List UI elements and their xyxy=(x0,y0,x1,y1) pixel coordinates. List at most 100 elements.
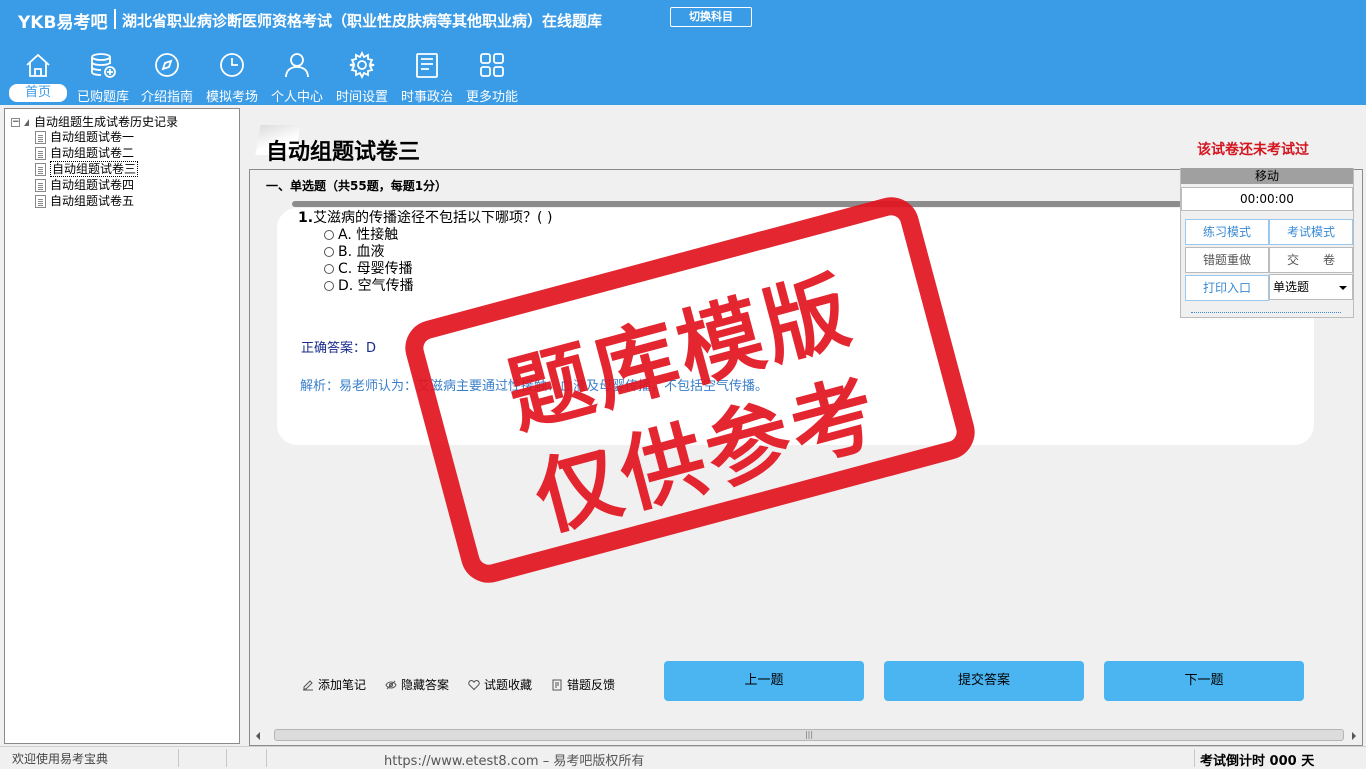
nav-mock-exam[interactable]: 模拟考场 xyxy=(201,46,263,105)
clock-icon xyxy=(220,53,244,77)
user-icon xyxy=(285,53,309,78)
radio-icon[interactable] xyxy=(324,247,334,257)
option-d[interactable]: D. 空气传播 xyxy=(324,275,414,295)
document-icon xyxy=(35,195,46,208)
radio-icon[interactable] xyxy=(324,281,334,291)
scroll-right-icon[interactable] xyxy=(1352,732,1356,740)
nav-profile[interactable]: 个人中心 xyxy=(266,46,328,105)
print-button[interactable]: 打印入口 xyxy=(1185,275,1269,301)
database-icon xyxy=(91,53,116,78)
radio-icon[interactable] xyxy=(324,264,334,274)
collapse-icon[interactable]: − xyxy=(11,118,20,127)
prev-question-button[interactable]: 上一题 xyxy=(664,661,864,701)
document-icon xyxy=(35,131,46,144)
switch-subject-button[interactable]: 切换科目 xyxy=(670,7,752,27)
tree-item-paper-5[interactable]: 自动组题试卷五 xyxy=(35,193,138,209)
section-heading: 一、单选题（共55题，每题1分） xyxy=(266,179,448,193)
horizontal-scrollbar[interactable]: ||| xyxy=(250,727,1362,744)
nav-more[interactable]: 更多功能 xyxy=(461,46,523,105)
status-separator xyxy=(226,749,227,767)
status-bar: 欢迎使用易考宝典 https://www.etest8.com – 易考吧版权所… xyxy=(0,746,1366,769)
nav-label: 个人中心 xyxy=(270,90,323,105)
scroll-thumb[interactable]: ||| xyxy=(274,729,1344,741)
document-icon xyxy=(35,147,46,160)
radio-icon[interactable] xyxy=(324,230,334,240)
history-tree-panel: − 自动组题生成试卷历史记录 自动组题试卷一 自动组题试卷二 自动组题试卷三 自动… xyxy=(4,108,240,744)
chevron-down-icon xyxy=(1339,286,1347,290)
nav-label: 首页 xyxy=(9,84,67,102)
add-note-tool[interactable]: 添加笔记 xyxy=(302,676,366,693)
nav-guide[interactable]: 介绍指南 xyxy=(136,46,198,105)
tree-item-label: 自动组题试卷一 xyxy=(50,130,135,144)
next-question-button[interactable]: 下一题 xyxy=(1104,661,1304,701)
panel-bottom-edge xyxy=(1191,312,1341,315)
grid-icon xyxy=(480,53,504,77)
document-search-icon xyxy=(35,163,46,176)
tree-item-label: 自动组题试卷二 xyxy=(50,146,135,160)
paper-title: 自动组题试卷三 xyxy=(266,139,421,165)
feedback-icon xyxy=(552,679,562,691)
eye-off-icon xyxy=(385,680,397,690)
move-handle[interactable]: 移动 xyxy=(1181,168,1353,184)
tree-item-paper-4[interactable]: 自动组题试卷四 xyxy=(35,177,138,193)
tree-item-label: 自动组题试卷三 xyxy=(50,161,139,177)
feedback-tool[interactable]: 错题反馈 xyxy=(551,676,615,693)
redo-wrong-button[interactable]: 错题重做 xyxy=(1185,247,1269,273)
hide-answer-label: 隐藏答案 xyxy=(401,678,450,692)
logo-separator xyxy=(114,9,116,29)
nav-time-settings[interactable]: 时间设置 xyxy=(331,46,393,105)
tree-root[interactable]: − 自动组题生成试卷历史记录 xyxy=(11,113,178,130)
question-type-select[interactable]: 单选题 xyxy=(1269,274,1353,300)
main-nav: 首页 已购题库 介绍指南 模拟考场 个人中心 时间设置 时事政治 更多功能 xyxy=(0,46,600,105)
tree-item-paper-1[interactable]: 自动组题试卷一 xyxy=(35,129,138,145)
heart-icon xyxy=(468,679,480,691)
news-icon xyxy=(416,53,438,78)
favorite-tool[interactable]: 试题收藏 xyxy=(468,676,532,693)
app-logo: YKB易考吧 xyxy=(18,13,108,33)
feedback-label: 错题反馈 xyxy=(567,678,616,692)
hide-answer-tool[interactable]: 隐藏答案 xyxy=(385,676,449,693)
pencil-icon xyxy=(303,680,313,691)
tree-item-paper-3[interactable]: 自动组题试卷三 xyxy=(35,161,139,177)
compass-icon xyxy=(155,53,179,77)
nav-purchased[interactable]: 已购题库 xyxy=(72,46,134,105)
exam-timer: 00:00:00 xyxy=(1181,187,1353,211)
welcome-text: 欢迎使用易考宝典 xyxy=(12,752,109,766)
panel-splitter[interactable] xyxy=(240,108,246,744)
submit-answer-button[interactable]: 提交答案 xyxy=(884,661,1084,701)
favorite-label: 试题收藏 xyxy=(484,678,533,692)
app-header: YKB易考吧 湖北省职业病诊断医师资格考试（职业性皮肤病等其他职业病）在线题库 … xyxy=(0,0,1366,105)
nav-label: 已购题库 xyxy=(76,90,129,105)
nav-label: 时间设置 xyxy=(335,90,388,105)
status-separator xyxy=(266,749,267,767)
nav-label: 时事政治 xyxy=(400,90,453,105)
exam-mode-button[interactable]: 考试模式 xyxy=(1269,219,1353,245)
exam-countdown: 考试倒计时 000 天 xyxy=(1200,754,1315,769)
scroll-left-icon[interactable] xyxy=(256,732,260,740)
nav-home[interactable]: 首页 xyxy=(7,46,69,104)
nav-current-affairs[interactable]: 时事政治 xyxy=(396,46,458,105)
copyright-url: https://www.etest8.com – 易考吧版权所有 xyxy=(384,754,645,769)
practice-mode-button[interactable]: 练习模式 xyxy=(1185,219,1269,245)
submit-paper-button[interactable]: 交 卷 xyxy=(1269,247,1353,273)
folder-arrow-icon xyxy=(24,119,29,126)
nav-label: 更多功能 xyxy=(465,90,518,105)
tree-item-paper-2[interactable]: 自动组题试卷二 xyxy=(35,145,138,161)
question-type-value: 单选题 xyxy=(1273,280,1310,294)
nav-label: 模拟考场 xyxy=(205,90,258,105)
tree-item-label: 自动组题试卷四 xyxy=(50,178,135,192)
question-card xyxy=(277,208,1314,445)
tree-item-label: 自动组题试卷五 xyxy=(50,194,135,208)
option-label: D. 空气传播 xyxy=(338,278,414,294)
add-note-label: 添加笔记 xyxy=(318,678,367,692)
title-row: YKB易考吧 湖北省职业病诊断医师资格考试（职业性皮肤病等其他职业病）在线题库 … xyxy=(0,0,1366,38)
status-separator xyxy=(178,749,179,767)
tree-children: 自动组题试卷一 自动组题试卷二 自动组题试卷三 自动组题试卷四 自动组题试卷五 xyxy=(35,129,139,209)
answer-analysis: 解析：易老师认为：艾滋病主要通过性接触、血液及母婴传播，不包括空气传播。 xyxy=(300,379,769,394)
app-title: 湖北省职业病诊断医师资格考试（职业性皮肤病等其他职业病）在线题库 xyxy=(122,12,603,30)
document-icon xyxy=(35,179,46,192)
correct-answer: 正确答案：D xyxy=(301,341,377,356)
nav-label: 介绍指南 xyxy=(140,90,193,105)
home-icon xyxy=(26,53,50,77)
paper-status: 该试卷还未考试过 xyxy=(1197,142,1309,158)
